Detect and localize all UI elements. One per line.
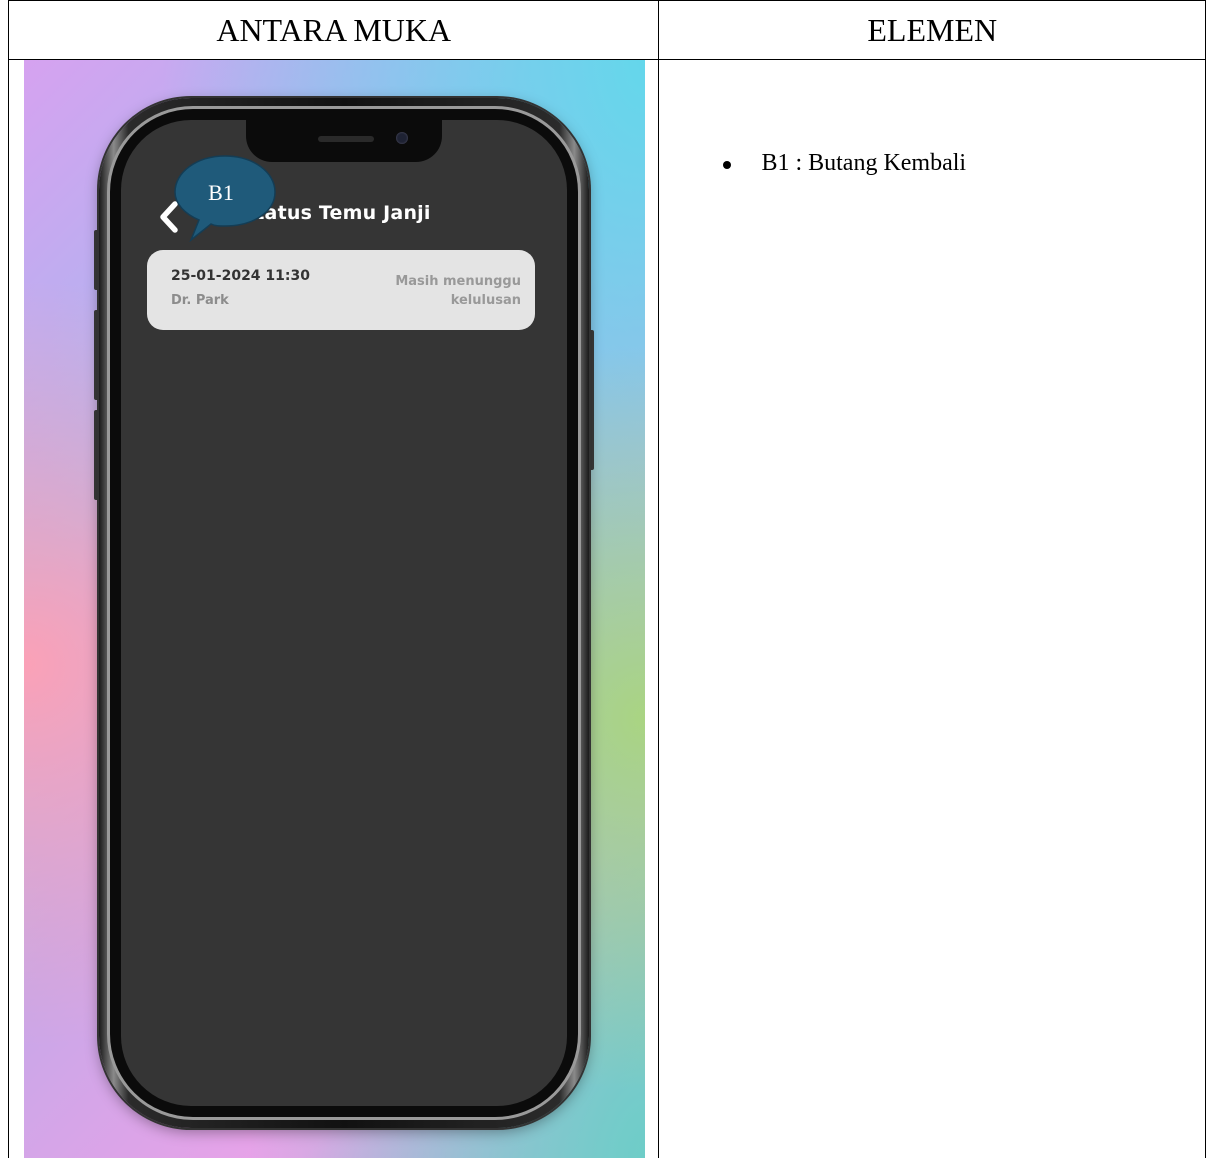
phone-screen: Status Temu Janji 25-01-2024 11:30 Dr. P…	[121, 120, 567, 1106]
document-table: ANTARA MUKA ELEMEN Status Temu Janji 25-…	[7, 0, 1206, 1158]
header-elemen: ELEMEN	[658, 0, 1206, 60]
front-camera-icon	[396, 132, 408, 144]
phone-frame: Status Temu Janji 25-01-2024 11:30 Dr. P…	[99, 98, 589, 1128]
element-list: B1 : Butang Kembali	[723, 150, 966, 177]
speaker-grille	[318, 136, 374, 142]
appointment-status: Masih menunggu kelulusan	[395, 274, 521, 308]
phone-power-button	[589, 330, 594, 470]
interface-cell: Status Temu Janji 25-01-2024 11:30 Dr. P…	[7, 59, 660, 1158]
bullet-icon	[723, 161, 732, 169]
appointment-doctor: Dr. Park	[171, 293, 229, 308]
header-antara-muka: ANTARA MUKA	[7, 0, 660, 60]
elements-cell: B1 : Butang Kembali	[658, 59, 1206, 1158]
element-description: B1 : Butang Kembali	[761, 150, 967, 176]
appointment-card[interactable]: 25-01-2024 11:30 Dr. Park Masih menunggu…	[147, 250, 535, 330]
appointment-datetime: 25-01-2024 11:30	[171, 268, 310, 284]
element-list-item: B1 : Butang Kembali	[723, 150, 966, 177]
callout-label: B1	[208, 180, 234, 205]
